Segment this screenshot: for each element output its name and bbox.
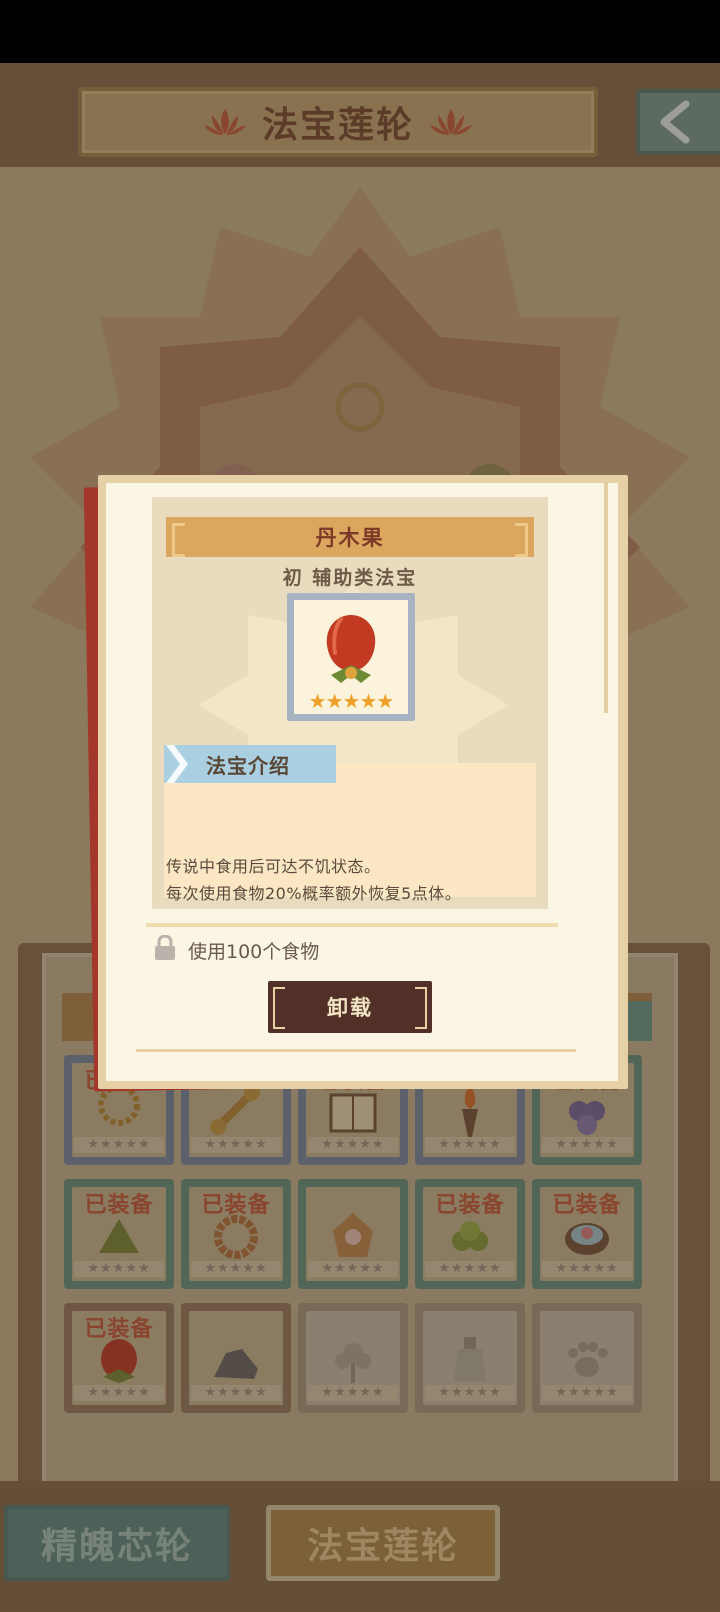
treasure-detail-dialog: 丹木果 初 辅助类法宝 ★★★★★ 法宝介绍 传说中食用后可达不饥状态。 每次使…: [98, 475, 628, 1089]
status-bar: [0, 0, 720, 63]
item-name-banner: 丹木果: [166, 517, 534, 557]
unequip-label: 卸载: [327, 996, 373, 1020]
lock-icon: [155, 935, 175, 960]
dialog-divider: [146, 923, 558, 927]
dialog-page-edge: [604, 481, 608, 713]
item-name: 丹木果: [315, 526, 385, 550]
chevron-right-icon: [166, 745, 188, 783]
description-line-1: 传说中食用后可达不饥状态。: [166, 857, 381, 876]
section-label-intro: 法宝介绍: [164, 745, 336, 783]
item-rank: 初 辅助类法宝: [282, 567, 418, 589]
danmu-fruit-icon: [326, 615, 376, 683]
game-scene: 法宝莲轮 已装备 ★★★★★: [0, 63, 720, 1612]
section-label-text: 法宝介绍: [206, 753, 290, 778]
unlock-condition: 使用100个食物: [188, 941, 320, 963]
dialog-bottom-line: [136, 1049, 576, 1052]
unequip-button[interactable]: 卸载: [268, 981, 432, 1033]
item-star-rating: ★★★★★: [308, 689, 395, 713]
description-line-2: 每次使用食物20%概率额外恢复5点体。: [166, 884, 462, 903]
